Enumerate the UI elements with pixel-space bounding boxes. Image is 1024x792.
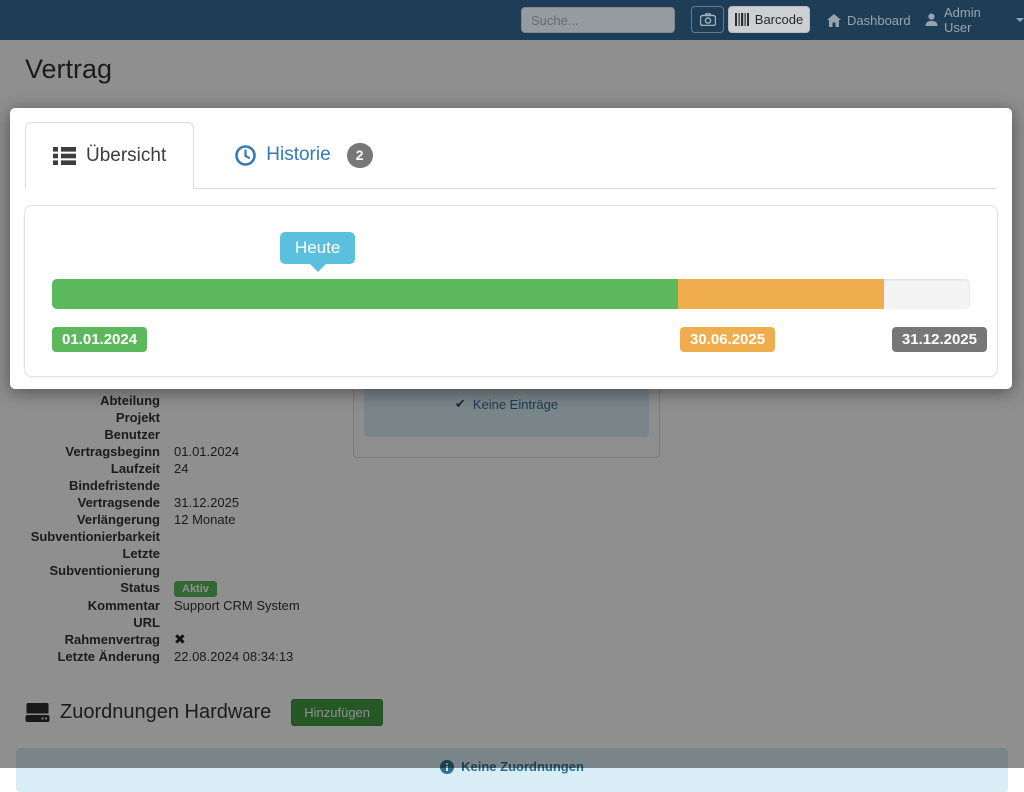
barcode-button-label: Barcode <box>755 12 803 27</box>
user-icon <box>925 13 938 27</box>
today-tooltip-label: Heute <box>295 238 340 257</box>
tab-uebersicht-label: Übersicht <box>86 145 166 167</box>
camera-icon <box>700 13 716 26</box>
user-menu[interactable]: Admin User <box>925 0 1024 40</box>
tab-historie-label: Historie <box>266 144 330 166</box>
search-input[interactable] <box>521 7 675 33</box>
highlighted-panel: Übersicht Historie 2 Heute 01.01.2024 30… <box>10 108 1012 389</box>
top-navbar: Barcode Dashboard Admin User <box>0 0 1024 40</box>
barcode-button[interactable]: Barcode <box>728 6 810 33</box>
camera-button[interactable] <box>691 6 724 33</box>
timeline-renewal-segment <box>678 279 884 309</box>
home-icon <box>827 14 841 27</box>
caret-down-icon <box>1016 18 1024 22</box>
tab-historie[interactable]: Historie 2 <box>235 122 372 188</box>
list-icon <box>53 146 76 166</box>
mid-date-badge: 30.06.2025 <box>680 327 775 352</box>
dashboard-link[interactable]: Dashboard <box>827 0 911 40</box>
dashboard-link-label: Dashboard <box>847 13 911 28</box>
contract-timeline-card: Heute 01.01.2024 30.06.2025 31.12.2025 <box>24 205 998 377</box>
timeline-elapsed-segment <box>52 279 678 309</box>
user-menu-label: Admin User <box>944 5 1007 35</box>
today-tooltip: Heute <box>280 232 355 264</box>
timeline-track <box>52 279 970 309</box>
start-date-badge: 01.01.2024 <box>52 327 147 352</box>
clock-icon <box>235 145 256 166</box>
barcode-icon <box>735 13 749 26</box>
end-date-badge: 31.12.2025 <box>892 327 987 352</box>
historie-count-badge: 2 <box>347 143 373 168</box>
tab-bar: Übersicht Historie 2 <box>25 122 997 189</box>
tab-uebersicht[interactable]: Übersicht <box>25 122 194 189</box>
